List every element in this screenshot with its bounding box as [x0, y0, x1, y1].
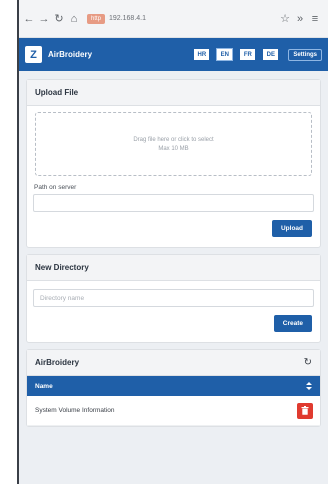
trash-icon [301, 406, 309, 415]
file-name[interactable]: System Volume Information [35, 407, 114, 414]
dropzone-text: Drag file here or click to select [133, 136, 214, 143]
browser-viewport: ← → ↻ ⌂ http 192.168.4.1 ☆ » ≡ Z AirBroi… [19, 0, 328, 484]
reload-icon[interactable]: ↻ [53, 12, 65, 26]
files-card: AirBroidery ↻ Name System Volume Informa… [26, 349, 321, 427]
new-directory-body: Directory name Create [27, 281, 320, 342]
new-directory-card: New Directory Directory name Create [26, 254, 321, 343]
path-label: Path on server [34, 184, 77, 191]
new-directory-title: New Directory [35, 263, 89, 272]
upload-actions: Upload [33, 212, 314, 239]
upload-card: Upload File Drag file here or click to s… [26, 79, 321, 248]
lang-button-de[interactable]: DE [263, 49, 279, 60]
overflow-icon[interactable]: » [294, 12, 306, 26]
column-name-header: Name [35, 382, 53, 390]
lang-button-en[interactable]: EN [216, 48, 234, 61]
browser-toolbar: ← → ↻ ⌂ http 192.168.4.1 ☆ » ≡ [19, 0, 328, 38]
path-input[interactable] [33, 194, 314, 212]
upload-card-body: Drag file here or click to select Max 10… [27, 106, 320, 247]
app-title[interactable]: AirBroidery [48, 50, 186, 59]
sort-icon[interactable] [306, 377, 312, 395]
upload-title: Upload File [35, 88, 79, 97]
insecure-badge: http [87, 13, 106, 24]
files-table-header: Name [27, 376, 320, 396]
url-text: 192.168.4.1 [109, 15, 146, 22]
app-logo[interactable]: Z [25, 46, 42, 63]
files-header: AirBroidery ↻ [27, 350, 320, 376]
upload-card-header: Upload File [27, 80, 320, 106]
extensions-icon[interactable]: ≡ [309, 12, 321, 26]
address-bar[interactable]: http 192.168.4.1 [87, 8, 275, 29]
delete-button[interactable] [297, 402, 313, 419]
main-content: Upload File Drag file here or click to s… [19, 71, 328, 427]
lang-button-fr[interactable]: FR [240, 49, 256, 60]
refresh-icon[interactable]: ↻ [304, 357, 312, 368]
lang-button-hr[interactable]: HR [194, 49, 210, 60]
bookmark-icon[interactable]: ☆ [279, 12, 291, 26]
upload-button[interactable]: Upload [271, 220, 312, 237]
app-navbar: Z AirBroidery HR EN FR DE Settings [19, 38, 328, 71]
settings-button[interactable]: Settings [288, 48, 322, 61]
forward-icon[interactable]: → [38, 12, 50, 26]
files-title: AirBroidery [35, 358, 80, 367]
file-dropzone[interactable]: Drag file here or click to select Max 10… [35, 112, 312, 176]
directory-name-input[interactable]: Directory name [33, 289, 314, 307]
left-window-edge [0, 0, 18, 484]
new-directory-header: New Directory [27, 255, 320, 281]
back-icon[interactable]: ← [23, 12, 35, 26]
table-row[interactable]: System Volume Information [27, 396, 320, 426]
dropzone-subtext: Max 10 MB [158, 145, 189, 152]
create-button[interactable]: Create [273, 315, 312, 332]
home-icon[interactable]: ⌂ [68, 12, 80, 26]
create-actions: Create [33, 307, 314, 334]
